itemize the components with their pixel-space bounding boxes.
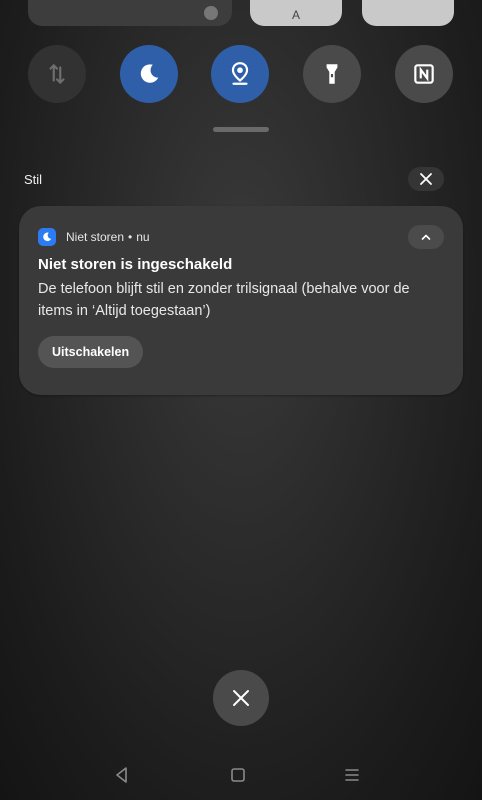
close-icon xyxy=(420,173,432,185)
header-separator: • xyxy=(128,230,133,244)
nfc-icon xyxy=(414,64,434,84)
dismiss-section-button[interactable] xyxy=(408,167,444,191)
recents-button[interactable] xyxy=(332,755,372,795)
quick-settings-row xyxy=(0,45,482,105)
drag-handle[interactable] xyxy=(213,127,269,132)
notification-card[interactable]: Niet storen • nu Niet storen is ingeschake… xyxy=(19,206,463,395)
quick-tile-partial-3[interactable] xyxy=(362,0,454,26)
notification-header: Niet storen • nu xyxy=(66,230,150,244)
back-button[interactable] xyxy=(102,755,142,795)
collapse-button[interactable] xyxy=(408,225,444,249)
mobile-data-toggle[interactable] xyxy=(28,45,86,103)
moon-icon xyxy=(140,64,159,83)
recents-icon xyxy=(345,769,359,781)
quick-tile-partial-2[interactable]: A xyxy=(250,0,342,26)
flashlight-icon xyxy=(326,64,338,84)
location-icon xyxy=(231,62,249,85)
back-icon xyxy=(116,767,127,783)
app-icon xyxy=(38,228,56,246)
section-title: Stil xyxy=(24,172,43,187)
moon-icon xyxy=(43,232,52,242)
flashlight-toggle[interactable] xyxy=(303,45,361,103)
home-icon xyxy=(231,768,245,782)
quick-tile-partial-1[interactable] xyxy=(28,0,232,26)
tile-glyph: A xyxy=(291,8,300,22)
mobile-data-icon xyxy=(49,64,65,84)
chevron-up-icon xyxy=(421,234,431,240)
close-icon xyxy=(233,690,249,706)
notification-title: Niet storen is ingeschakeld xyxy=(38,256,233,273)
app-name: Niet storen xyxy=(66,230,125,244)
location-toggle[interactable] xyxy=(211,45,269,103)
tile-indicator-icon xyxy=(204,6,218,20)
notification-body: De telefoon blijft stil en zonder trilsi… xyxy=(38,281,410,319)
notification-time: nu xyxy=(136,230,150,244)
nfc-toggle[interactable] xyxy=(395,45,453,103)
turn-off-button[interactable]: Uitschakelen xyxy=(38,336,144,368)
home-button[interactable] xyxy=(218,755,258,795)
do-not-disturb-toggle[interactable] xyxy=(120,45,178,103)
clear-all-button[interactable] xyxy=(213,670,269,726)
navigation-bar xyxy=(0,755,482,795)
